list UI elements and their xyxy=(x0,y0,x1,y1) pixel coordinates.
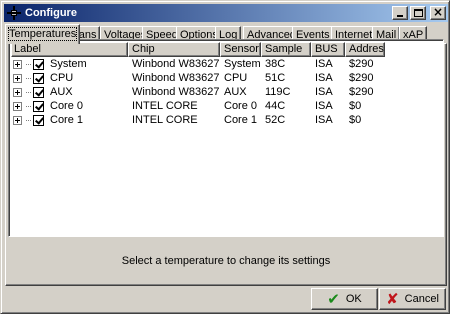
row-chip: Winbond W83627D... xyxy=(132,86,220,98)
row-sample: 52C xyxy=(265,114,286,126)
selection-hint: Select a temperature to change its setti… xyxy=(121,255,331,267)
temperature-list[interactable]: Label Chip Sensor Sample BUS Address Sys… xyxy=(8,39,444,237)
row-label: AUX xyxy=(50,86,73,98)
row-chip: INTEL CORE xyxy=(132,114,198,126)
table-row[interactable]: Core 0 INTEL CORE Core 0 44C ISA $0 xyxy=(11,99,385,113)
sensor-enabled-checkbox[interactable] xyxy=(33,86,44,98)
expand-icon[interactable] xyxy=(13,87,22,97)
row-sensor: Core 1 xyxy=(224,114,258,126)
row-label: CPU xyxy=(50,72,74,84)
row-bus: ISA xyxy=(315,72,333,84)
sensor-enabled-checkbox[interactable] xyxy=(33,114,44,126)
row-bus: ISA xyxy=(315,114,333,126)
maximize-icon xyxy=(414,9,423,17)
expand-icon[interactable] xyxy=(13,115,22,125)
checkmark-icon: ✔ xyxy=(327,290,340,308)
list-header: Label Chip Sensor Sample BUS Address xyxy=(11,42,385,57)
ok-button[interactable]: ✔ OK xyxy=(311,288,378,310)
cancel-button[interactable]: ✘ Cancel xyxy=(379,288,446,310)
column-header-label[interactable]: Label xyxy=(11,42,128,57)
row-address: $0 xyxy=(349,100,362,112)
table-row[interactable]: Core 1 INTEL CORE Core 1 52C ISA $0 xyxy=(11,113,385,127)
table-row[interactable]: CPU Winbond W83627D... CPU 51C ISA $290 xyxy=(11,71,385,85)
column-header-bus[interactable]: BUS xyxy=(311,42,345,57)
column-header-sample[interactable]: Sample xyxy=(261,42,311,57)
row-address: $290 xyxy=(349,72,374,84)
row-label: Core 1 xyxy=(50,114,84,126)
row-sensor: System xyxy=(224,58,261,70)
column-header-chip[interactable]: Chip xyxy=(128,42,220,57)
table-row[interactable]: System Winbond W83627D... System 38C ISA… xyxy=(11,57,385,71)
row-address: $290 xyxy=(349,86,374,98)
maximize-button[interactable] xyxy=(410,6,426,20)
table-row[interactable]: AUX Winbond W83627D... AUX 119C ISA $290 xyxy=(11,85,385,99)
sensor-enabled-checkbox[interactable] xyxy=(33,72,44,84)
row-sample: 119C xyxy=(265,86,291,98)
row-address: $0 xyxy=(349,114,362,126)
expand-icon[interactable] xyxy=(13,73,22,83)
configure-window: Configure × Temperatures Fans Voltages S… xyxy=(0,0,450,314)
title-bar[interactable]: Configure × xyxy=(4,4,448,22)
x-icon: ✘ xyxy=(386,290,399,308)
row-sample: 44C xyxy=(265,100,286,112)
row-bus: ISA xyxy=(315,86,333,98)
row-sensor: AUX xyxy=(224,86,247,98)
crosshair-icon xyxy=(6,5,22,21)
expand-icon[interactable] xyxy=(13,101,22,111)
minimize-button[interactable] xyxy=(392,6,408,20)
column-header-address[interactable]: Address xyxy=(345,42,385,57)
close-button[interactable]: × xyxy=(430,5,446,20)
list-rows: System Winbond W83627D... System 38C ISA… xyxy=(11,57,385,127)
row-sample: 51C xyxy=(265,72,286,84)
row-sensor: Core 0 xyxy=(224,100,258,112)
row-bus: ISA xyxy=(315,100,333,112)
row-bus: ISA xyxy=(315,58,333,70)
cancel-label: Cancel xyxy=(404,293,439,305)
minimize-icon xyxy=(397,15,403,17)
row-chip: INTEL CORE xyxy=(132,100,198,112)
row-sample: 38C xyxy=(265,58,286,70)
row-chip: Winbond W83627D... xyxy=(132,58,220,70)
close-icon: × xyxy=(432,5,444,19)
ok-label: OK xyxy=(345,293,362,305)
window-title: Configure xyxy=(25,7,77,19)
row-label: Core 0 xyxy=(50,100,84,112)
column-header-sensor[interactable]: Sensor xyxy=(220,42,261,57)
sensor-enabled-checkbox[interactable] xyxy=(33,58,44,70)
tab-temperatures[interactable]: Temperatures xyxy=(5,24,81,44)
sensor-enabled-checkbox[interactable] xyxy=(33,100,44,112)
row-label: System xyxy=(50,58,87,70)
row-sensor: CPU xyxy=(224,72,248,84)
row-address: $290 xyxy=(349,58,374,70)
expand-icon[interactable] xyxy=(13,59,22,69)
row-chip: Winbond W83627D... xyxy=(132,72,220,84)
